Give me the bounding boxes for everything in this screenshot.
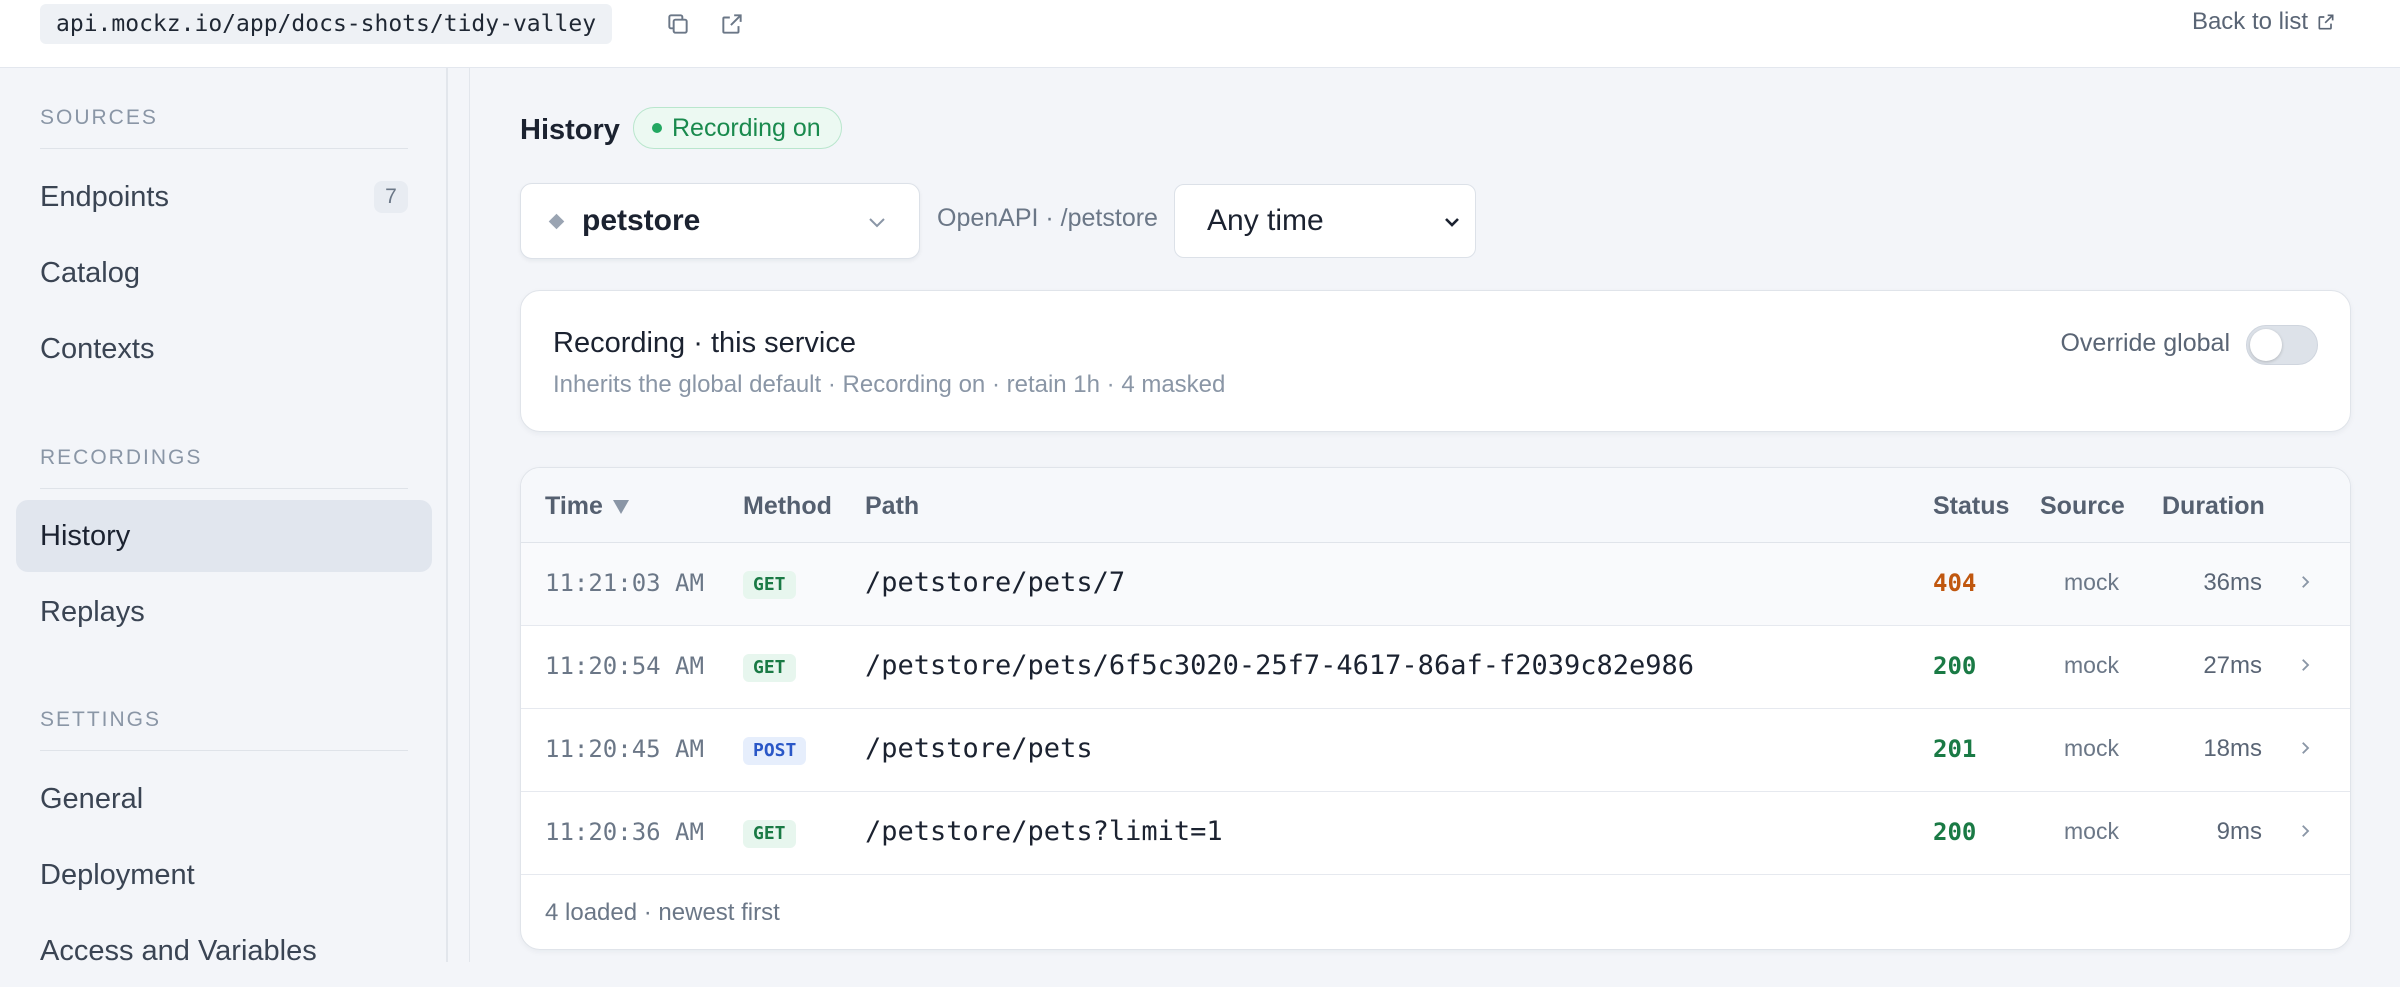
row-path: /petstore/pets?limit=1 [865, 816, 1223, 847]
row-source: mock [2064, 569, 2119, 595]
table-row[interactable]: 11:20:45 AM POST /petstore/pets 201 mock… [521, 709, 2350, 792]
table-row[interactable]: 11:20:54 AM GET /petstore/pets/6f5c3020-… [521, 626, 2350, 709]
sidebar-item-access-and-variables[interactable]: Access and Variables [16, 915, 432, 987]
row-time: 11:20:45 AM [545, 735, 704, 763]
status-dot-icon [652, 123, 662, 133]
table-footer: 4 loaded · newest first [545, 899, 780, 926]
service-spec-label: OpenAPI · /petstore [937, 204, 1158, 232]
recording-settings-card: Recording · this service Inherits the gl… [520, 290, 2351, 432]
section-title-settings: SETTINGS [40, 708, 162, 731]
method-badge: GET [743, 654, 796, 682]
sidebar-resize-handle[interactable] [450, 68, 470, 962]
history-table: Time Method Path Status Source Duration … [520, 467, 2351, 950]
row-time: 11:20:36 AM [545, 818, 704, 846]
url-display[interactable]: api.mockz.io/app/docs-shots/tidy-valley [40, 4, 613, 44]
back-to-list-label: Back to list [2191, 8, 2308, 35]
sidebar-item-label: Contexts [40, 332, 155, 365]
service-selector[interactable]: petstore [520, 183, 920, 259]
row-duration: 27ms [2203, 652, 2262, 679]
row-duration: 9ms [2216, 818, 2262, 845]
copy-icon[interactable] [662, 8, 694, 40]
recording-status-label: Recording on [672, 113, 821, 142]
row-source: mock [2064, 652, 2119, 678]
chevron-down-icon [869, 218, 885, 228]
sidebar-item-label: History [40, 519, 131, 552]
sidebar-item-deployment[interactable]: Deployment [16, 839, 432, 911]
row-path: /petstore/pets/6f5c3020-25f7-4617-86af-f… [865, 650, 1695, 681]
section-title-sources: SOURCES [40, 106, 158, 129]
time-range-value: Any time [1207, 204, 1324, 237]
status-code: 200 [1933, 652, 1977, 680]
row-duration: 36ms [2203, 569, 2262, 596]
column-header-label: Time [545, 492, 603, 520]
column-header-method: Method [743, 492, 832, 520]
recording-card-title: Recording · this service [553, 327, 856, 359]
column-header-time[interactable]: Time [545, 492, 629, 521]
method-badge: POST [743, 737, 807, 765]
service-name: petstore [582, 204, 701, 237]
row-time: 11:21:03 AM [545, 569, 704, 597]
status-code: 200 [1933, 818, 1977, 846]
chevron-right-icon [2302, 825, 2310, 837]
external-link-icon[interactable] [716, 8, 748, 40]
status-code: 201 [1933, 735, 1977, 763]
sidebar-item-general[interactable]: General [16, 763, 432, 835]
sidebar-item-label: Access and Variables [40, 934, 317, 967]
column-header-source: Source [2040, 492, 2125, 520]
back-to-list-link[interactable]: Back to list [2192, 8, 2336, 36]
table-row[interactable]: 11:21:03 AM GET /petstore/pets/7 404 moc… [521, 543, 2350, 626]
column-header-duration: Duration [2162, 492, 2265, 520]
status-code: 404 [1933, 569, 1977, 597]
section-title-recordings: RECORDINGS [40, 446, 203, 469]
toggle-knob [2250, 329, 2282, 361]
sidebar-item-label: Catalog [40, 256, 140, 289]
column-header-status: Status [1933, 492, 2010, 520]
method-badge: GET [743, 571, 796, 599]
recording-status-badge: Recording on [633, 107, 842, 149]
sidebar-item-label: Replays [40, 595, 145, 628]
chevron-right-icon [2302, 742, 2310, 754]
row-time: 11:20:54 AM [545, 652, 704, 680]
row-source: mock [2064, 735, 2119, 761]
chevron-right-icon [2302, 576, 2310, 588]
method-badge: GET [743, 820, 796, 848]
table-header: Time Method Path Status Source Duration [521, 468, 2350, 543]
sidebar-item-contexts[interactable]: Contexts [16, 313, 432, 385]
table-row[interactable]: 11:20:36 AM GET /petstore/pets?limit=1 2… [521, 792, 2350, 875]
sidebar-item-catalog[interactable]: Catalog [16, 237, 432, 309]
row-path: /petstore/pets/7 [865, 567, 1126, 598]
override-global-label: Override global [2060, 329, 2230, 357]
divider [40, 750, 408, 751]
override-global-toggle[interactable] [2246, 325, 2318, 365]
sidebar-item-label: Endpoints [40, 180, 169, 213]
main-content: History Recording on petstore OpenAPI · … [471, 68, 2400, 962]
sort-down-icon [612, 500, 629, 515]
top-bar: api.mockz.io/app/docs-shots/tidy-valley … [0, 0, 2400, 68]
page-title: History [520, 114, 620, 146]
sidebar-item-replays[interactable]: Replays [16, 576, 432, 648]
sidebar-item-label: Deployment [40, 858, 195, 891]
sidebar: SOURCES Endpoints 7 Catalog Contexts REC… [0, 68, 448, 967]
external-link-icon [2318, 14, 2334, 30]
recording-card-subtitle: Inherits the global default · Recording … [553, 371, 1226, 398]
divider [40, 148, 408, 149]
count-badge: 7 [374, 181, 408, 213]
column-header-path: Path [865, 492, 920, 520]
sidebar-item-label: General [40, 782, 144, 815]
row-path: /petstore/pets [865, 733, 1093, 764]
chevron-down-icon [1445, 218, 1459, 227]
sidebar-item-history[interactable]: History [16, 500, 432, 572]
diamond-icon [548, 213, 565, 229]
row-source: mock [2064, 818, 2119, 844]
row-duration: 18ms [2203, 735, 2262, 762]
time-range-select[interactable]: Any time [1174, 184, 1476, 258]
sidebar-item-endpoints[interactable]: Endpoints 7 [16, 161, 432, 233]
divider [40, 488, 408, 489]
chevron-right-icon [2302, 659, 2310, 671]
